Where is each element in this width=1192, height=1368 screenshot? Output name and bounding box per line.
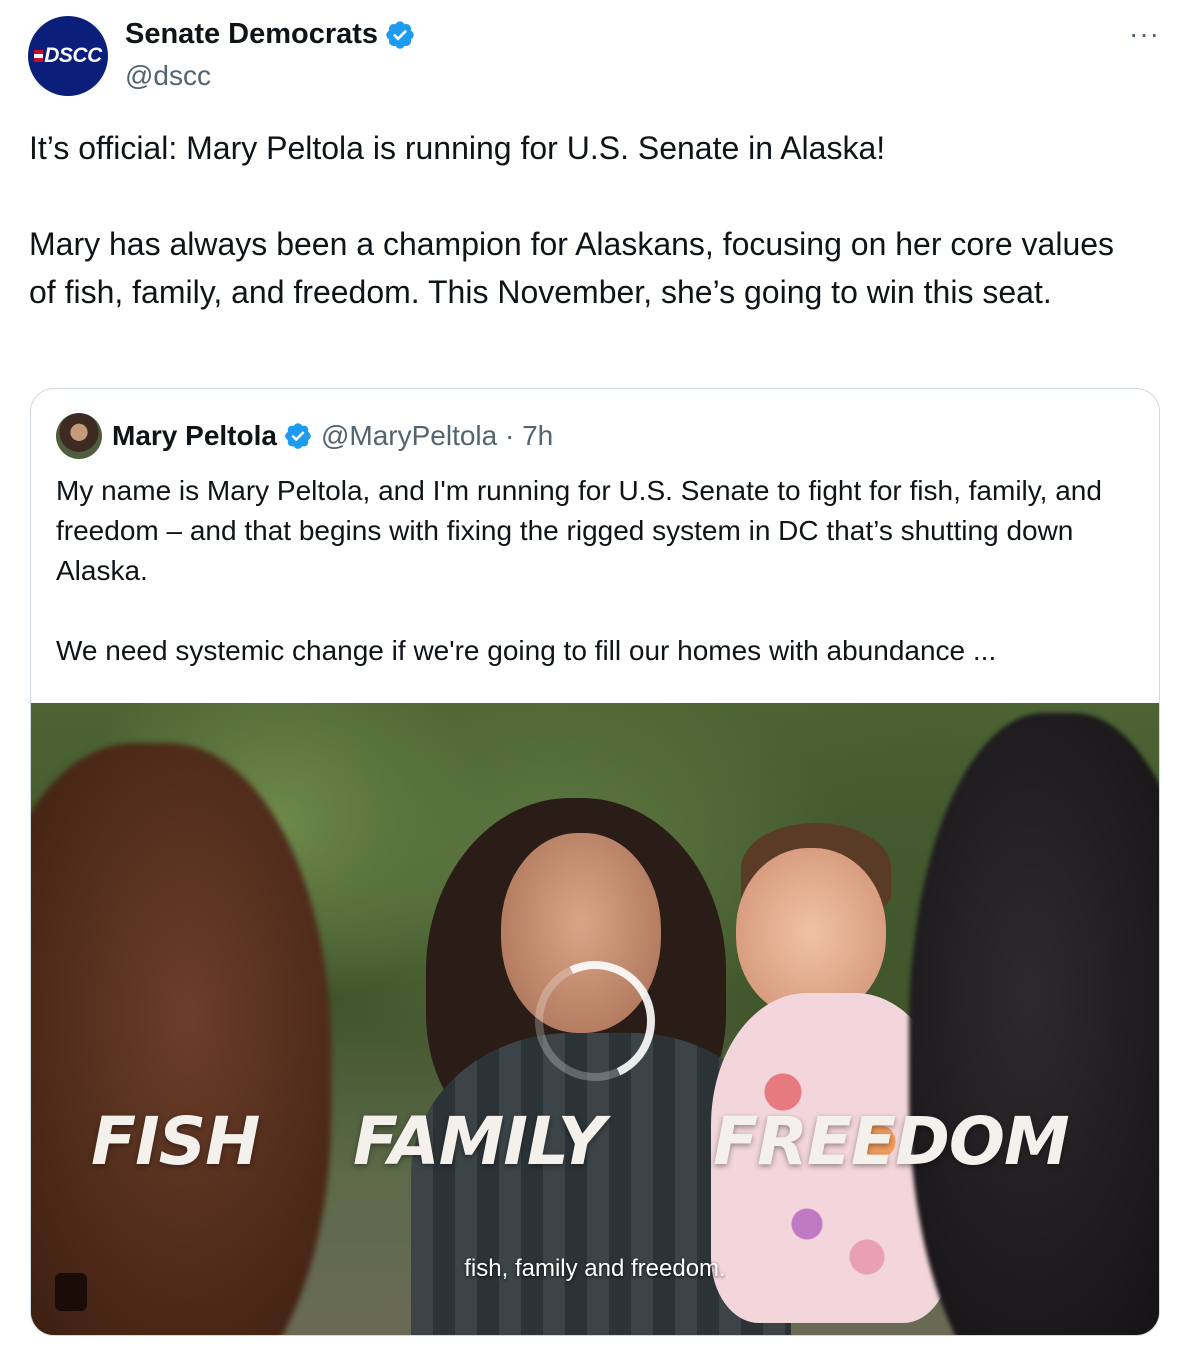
avatar-logo-text: DSCC: [44, 44, 102, 67]
overlay-word-family: FAMILY: [353, 1103, 605, 1180]
video-caption: fish, family and freedom.: [464, 1255, 726, 1282]
video-foreground-person-left: [31, 743, 331, 1335]
quote-verified-badge-icon: [285, 423, 311, 449]
video-corner-badge-icon[interactable]: [55, 1273, 87, 1311]
author-display-name[interactable]: Senate Democrats: [125, 18, 378, 51]
overlay-word-fish: FISH: [91, 1103, 260, 1180]
author-name-row: Senate Democrats: [125, 18, 416, 51]
verified-badge-icon[interactable]: [384, 19, 416, 51]
author-avatar[interactable]: DSCC: [28, 16, 108, 96]
dscc-logo: DSCC: [34, 44, 102, 68]
tweet-text: It’s official: Mary Peltola is running f…: [29, 130, 1115, 310]
quote-author-name[interactable]: Mary Peltola: [112, 420, 277, 452]
more-options-icon[interactable]: ···: [1129, 18, 1160, 50]
video-player[interactable]: FISH FAMILY FREEDOM fish, family and fre…: [31, 703, 1159, 1335]
video-overlay-title: FISH FAMILY FREEDOM: [31, 1103, 1159, 1183]
quote-author-handle-time[interactable]: @MaryPeltola · 7h: [321, 420, 553, 452]
quote-author-avatar[interactable]: [56, 413, 102, 459]
quote-header: Mary Peltola @MaryPeltola · 7h: [56, 413, 553, 459]
overlay-word-freedom: FREEDOM: [713, 1103, 1070, 1180]
author-handle[interactable]: @dscc: [125, 60, 211, 92]
video-foreground-person-right: [909, 713, 1159, 1335]
quoted-tweet[interactable]: Mary Peltola @MaryPeltola · 7h My name i…: [30, 388, 1160, 1336]
flag-icon: [34, 50, 44, 62]
quote-text: My name is Mary Peltola, and I'm running…: [56, 475, 1102, 666]
